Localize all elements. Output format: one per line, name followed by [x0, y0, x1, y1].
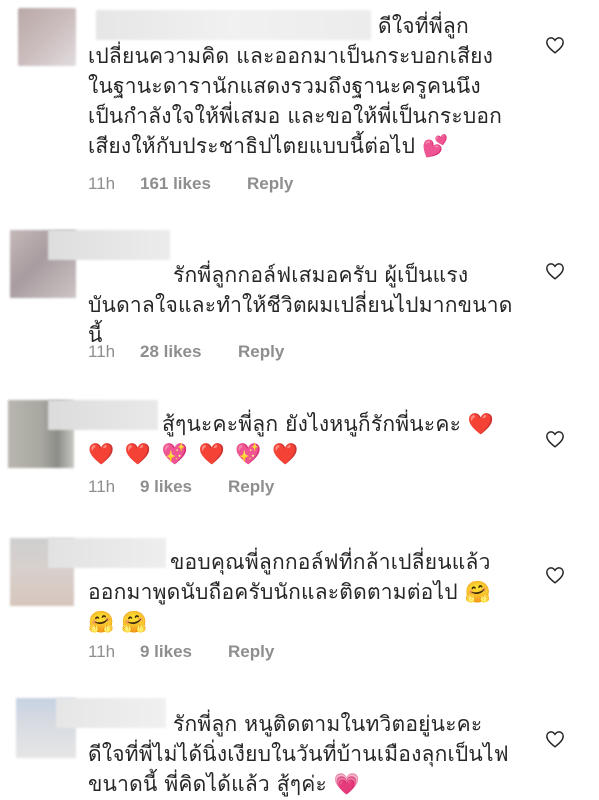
comment-4: ขอบคุณพี่ลูกกอล์ฟที่กล้าเปลี่ยนแล้ว ออกม… [0, 520, 599, 680]
comment-line: 🤗 🤗 [88, 610, 148, 634]
reply-button[interactable]: Reply [238, 342, 284, 362]
comment-text: ดีใจที่พี่ลูก เปลี่ยนความคิด และออกมาเป็… [88, 11, 502, 161]
comment-line: ขอบคุณพี่ลูกกอล์ฟที่กล้าเปลี่ยนแล้ว [170, 550, 491, 574]
comment-line: ขนาดนี้ พี่คิดได้แล้ว สู้ๆค่ะ 💗 [88, 772, 361, 796]
comment-time: 11h [88, 477, 116, 496]
comment-line: ออกมาพูดนับถือครับนักและติดตามต่อไป 🤗 [88, 580, 491, 604]
comment-time: 11h [88, 642, 116, 661]
comment-line: รักพี่ลูกกอล์ฟเสมอครับ ผู้เป็นแรง [173, 263, 469, 287]
comment-line: ❤️ ❤️ 💖 ❤️ 💖 ❤️ [88, 442, 301, 466]
comment-line: เป็นกำลังใจให้พี่เสมอ และขอให้พี่เป็นกระ… [88, 104, 503, 128]
likes-count[interactable]: 9 likes [140, 642, 192, 662]
like-heart-icon[interactable] [545, 566, 565, 584]
like-heart-icon[interactable] [545, 430, 565, 448]
comment-3: สู้ๆนะคะพี่ลูก ยังไงหนูก็รักพี่นะคะ ❤️ ❤… [0, 370, 599, 520]
comment-text: รักพี่ลูกกอล์ฟเสมอครับ ผู้เป็นแรง บันดาล… [88, 260, 513, 350]
comment-text: ขอบคุณพี่ลูกกอล์ฟที่กล้าเปลี่ยนแล้ว ออกม… [88, 547, 491, 637]
reply-button[interactable]: Reply [247, 174, 293, 194]
username-blurred[interactable] [48, 230, 170, 260]
comment-line: เปลี่ยนความคิด และออกมาเป็นกระบอกเสียง [88, 44, 494, 68]
like-heart-icon[interactable] [545, 262, 565, 280]
comment-text: สู้ๆนะคะพี่ลูก ยังไงหนูก็รักพี่นะคะ ❤️ ❤… [88, 409, 494, 469]
reply-button[interactable]: Reply [228, 477, 274, 497]
comment-1: ดีใจที่พี่ลูก เปลี่ยนความคิด และออกมาเป็… [0, 0, 599, 200]
avatar[interactable] [18, 8, 76, 66]
comment-line: ดีใจที่พี่ลูก [378, 14, 469, 38]
likes-count[interactable]: 28 likes [140, 342, 201, 362]
like-heart-icon[interactable] [545, 730, 565, 748]
comment-5: รักพี่ลูก หนูติดตามในทวิตอยู่นะคะ ดีใจที… [0, 680, 599, 800]
comment-time: 11h [88, 342, 116, 361]
comment-line: สู้ๆนะคะพี่ลูก ยังไงหนูก็รักพี่นะคะ ❤️ [162, 412, 495, 436]
comment-line: บันดาลใจและทำให้ชีวิตผมเปลี่ยนไปมากขนาด [88, 293, 513, 317]
reply-button[interactable]: Reply [228, 642, 274, 662]
comment-line: รักพี่ลูก หนูติดตามในทวิตอยู่นะคะ [173, 712, 483, 736]
like-heart-icon[interactable] [545, 36, 565, 54]
comment-line: เสียงให้กับประชาธิปไตยแบบนี้ต่อไป 💕 [88, 134, 449, 158]
comment-line: ดีใจที่พี่ไม่ได้นิ่งเงียบในวันที่บ้านเมื… [88, 742, 509, 766]
likes-count[interactable]: 9 likes [140, 477, 192, 497]
comment-text: รักพี่ลูก หนูติดตามในทวิตอยู่นะคะ ดีใจที… [88, 709, 509, 799]
comment-time: 11h [88, 174, 116, 193]
comment-line: ในฐานะดารานักแสดงรวมถึงฐานะครูคนนึง [88, 74, 481, 98]
comment-2: รักพี่ลูกกอล์ฟเสมอครับ ผู้เป็นแรง บันดาล… [0, 200, 599, 370]
likes-count[interactable]: 161 likes [140, 174, 211, 194]
